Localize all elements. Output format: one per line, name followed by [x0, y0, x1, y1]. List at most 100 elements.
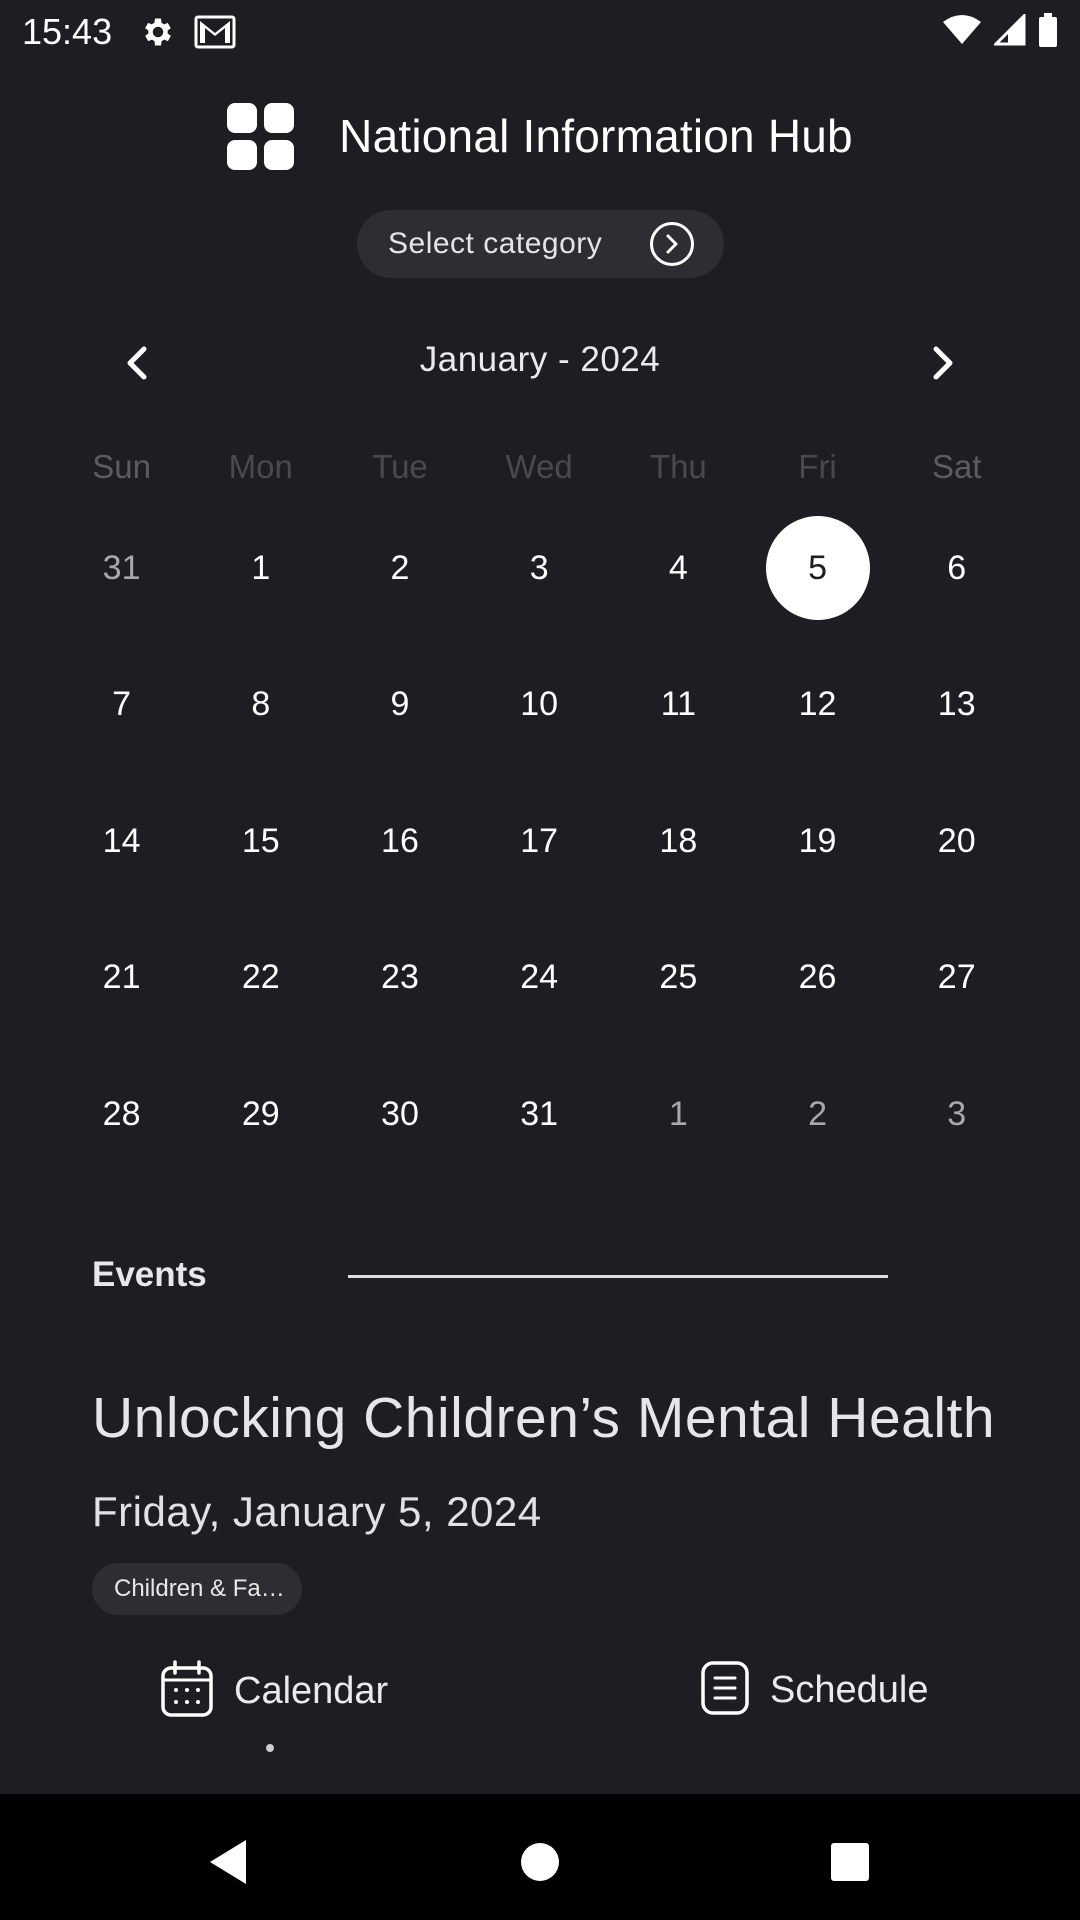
calendar-day[interactable]: 29	[191, 1046, 330, 1183]
day-number: 9	[390, 685, 410, 724]
calendar-day[interactable]: 2	[330, 500, 469, 637]
day-number: 3	[529, 548, 549, 587]
calendar-day[interactable]: 23	[330, 910, 469, 1047]
calendar-day-selected[interactable]: 5	[748, 500, 887, 637]
day-number: 22	[241, 958, 280, 997]
calendar-day[interactable]: 9	[330, 637, 469, 774]
day-number: 25	[659, 958, 698, 997]
calendar-day[interactable]: 7	[52, 637, 191, 774]
calendar-day[interactable]: 15	[191, 773, 330, 910]
event-title[interactable]: Unlocking Children’s Mental Health	[92, 1385, 995, 1451]
system-navigation-bar	[0, 1794, 1080, 1920]
day-number: 24	[520, 958, 559, 997]
calendar-day[interactable]: 31	[52, 500, 191, 637]
day-number: 11	[660, 685, 696, 724]
calendar-day[interactable]: 16	[330, 773, 469, 910]
day-number: 29	[241, 1094, 280, 1133]
tab-calendar[interactable]: Calendar	[160, 1660, 388, 1723]
calendar-day[interactable]: 22	[191, 910, 330, 1047]
calendar-day[interactable]: 25	[609, 910, 748, 1047]
home-icon[interactable]	[510, 1832, 570, 1892]
calendar-day[interactable]: 10	[470, 637, 609, 774]
weekday-label: Sat	[931, 448, 982, 485]
events-section-header: Events	[92, 1255, 992, 1299]
chevron-right-icon	[933, 346, 953, 380]
calendar-day[interactable]: 8	[191, 637, 330, 774]
day-number: 1	[251, 548, 271, 587]
calendar-day[interactable]: 1	[191, 500, 330, 637]
calendar-day[interactable]: 1	[609, 1046, 748, 1183]
wifi-icon	[942, 14, 982, 51]
day-number: 28	[102, 1094, 141, 1133]
tab-schedule-label: Schedule	[770, 1669, 929, 1711]
next-month-button[interactable]	[918, 338, 968, 388]
calendar-day[interactable]: 13	[887, 637, 1026, 774]
day-number: 19	[798, 821, 837, 860]
recent-apps-icon[interactable]	[820, 1832, 880, 1892]
calendar-day[interactable]: 24	[470, 910, 609, 1047]
back-icon[interactable]	[198, 1832, 258, 1892]
calendar-day[interactable]: 4	[609, 500, 748, 637]
event-category-chip[interactable]: Children & Fa…	[92, 1563, 302, 1615]
gear-icon	[140, 14, 176, 50]
day-number: 27	[937, 958, 976, 997]
calendar-day[interactable]: 26	[748, 910, 887, 1047]
calendar-day[interactable]: 21	[52, 910, 191, 1047]
select-category-label: Select category	[388, 227, 603, 260]
day-number: 4	[668, 548, 688, 587]
calendar-day[interactable]: 18	[609, 773, 748, 910]
calendar-day[interactable]: 2	[748, 1046, 887, 1183]
calendar-grid: 31 1 2 3 4 5 6 7 8 9 10 11 12 13 14 15 1…	[52, 500, 1026, 1183]
weekday-label: Tue	[372, 448, 428, 485]
calendar-day[interactable]: 28	[52, 1046, 191, 1183]
day-number: 6	[947, 548, 967, 587]
day-number: 31	[102, 548, 141, 587]
calendar-day[interactable]: 31	[470, 1046, 609, 1183]
events-title: Events	[92, 1255, 207, 1294]
events-divider	[348, 1275, 888, 1278]
weekday-label: Thu	[649, 448, 707, 485]
tab-schedule[interactable]: Schedule	[700, 1660, 928, 1721]
day-number: 14	[102, 821, 141, 860]
day-number: 20	[937, 821, 976, 860]
day-number: 23	[381, 958, 419, 997]
bottom-tab-bar: Calendar Schedule	[0, 1650, 1080, 1790]
chevron-right-circle-icon	[650, 222, 694, 266]
day-number: 2	[390, 548, 410, 587]
day-number: 18	[659, 821, 698, 860]
calendar-day[interactable]: 14	[52, 773, 191, 910]
battery-icon	[1038, 12, 1058, 52]
weekday-label: Fri	[798, 448, 837, 485]
calendar-day[interactable]: 27	[887, 910, 1026, 1047]
calendar-day[interactable]: 30	[330, 1046, 469, 1183]
select-category-button[interactable]: Select category	[357, 210, 724, 278]
calendar-day[interactable]: 17	[470, 773, 609, 910]
day-number: 13	[937, 685, 976, 724]
day-number: 21	[102, 958, 141, 997]
day-number: 2	[808, 1094, 827, 1133]
day-number: 7	[112, 685, 132, 724]
app-header: National Information Hub	[0, 100, 1080, 172]
day-number: 15	[241, 821, 280, 860]
day-number: 17	[520, 821, 559, 860]
day-number: 10	[520, 685, 559, 724]
event-date: Friday, January 5, 2024	[92, 1488, 542, 1535]
calendar-day[interactable]: 12	[748, 637, 887, 774]
weekday-label: Sun	[92, 448, 151, 485]
day-number: 8	[251, 685, 271, 724]
weekday-label: Mon	[228, 448, 293, 485]
active-tab-indicator	[266, 1744, 274, 1752]
day-number: 16	[381, 821, 419, 860]
weekday-label: Wed	[505, 448, 573, 485]
calendar-day[interactable]: 6	[887, 500, 1026, 637]
calendar-day[interactable]: 11	[609, 637, 748, 774]
calendar-day[interactable]: 20	[887, 773, 1026, 910]
calendar-day[interactable]: 3	[470, 500, 609, 637]
calendar-day[interactable]: 3	[887, 1046, 1026, 1183]
calendar-day[interactable]: 19	[748, 773, 887, 910]
day-number: 5	[808, 548, 827, 587]
day-number: 31	[520, 1094, 559, 1133]
signal-icon	[992, 11, 1026, 51]
day-number: 30	[381, 1094, 419, 1133]
tab-calendar-label: Calendar	[234, 1670, 389, 1712]
